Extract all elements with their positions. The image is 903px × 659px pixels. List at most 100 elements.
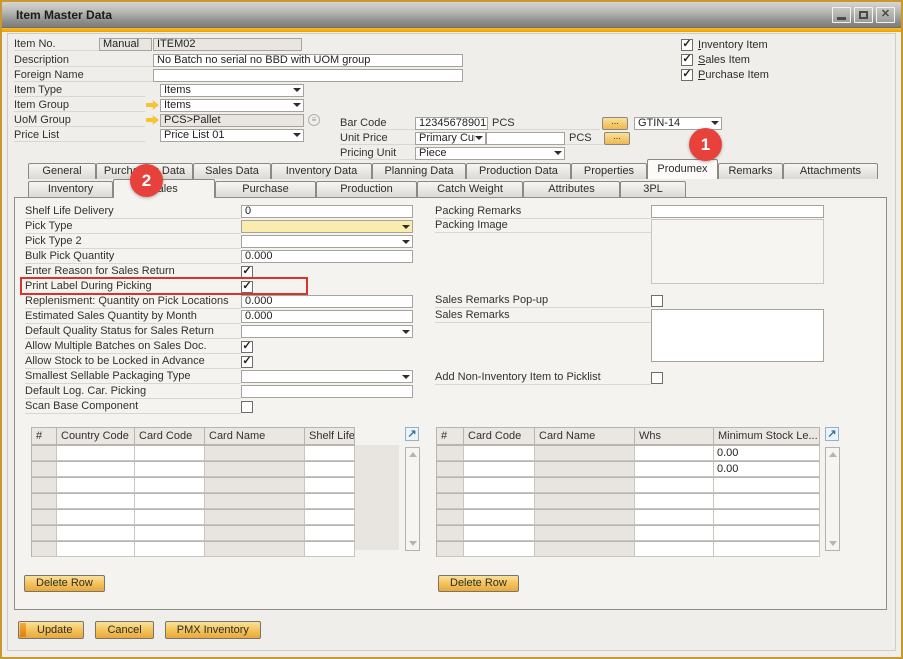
column-header[interactable]: Whs [635, 428, 714, 445]
minimum-stock-cell[interactable] [714, 494, 820, 509]
card-code-cell[interactable] [464, 542, 535, 557]
tab-remarks[interactable]: Remarks [718, 163, 783, 179]
minimum-stock-cell[interactable] [714, 478, 820, 493]
row-number-cell[interactable] [32, 510, 57, 525]
cancel-button[interactable]: Cancel [95, 621, 153, 639]
row-number-cell[interactable] [437, 526, 464, 541]
scroll-up-icon[interactable] [829, 452, 837, 457]
row-number-cell[interactable] [32, 526, 57, 541]
column-header[interactable]: Card Code [464, 428, 535, 445]
scroll-down-icon[interactable] [829, 541, 837, 546]
bulk-pick-quantity-input[interactable]: 0.000 [241, 250, 413, 263]
minimize-button[interactable] [832, 7, 851, 23]
pricing-unit-select[interactable]: Piece [415, 147, 565, 160]
packing-remarks-input[interactable] [651, 205, 824, 218]
close-button[interactable]: ✕ [876, 7, 895, 23]
link-arrow-icon[interactable] [146, 100, 159, 111]
card-code-cell[interactable] [464, 510, 535, 525]
link-arrow-icon[interactable] [146, 115, 159, 126]
card-name-cell[interactable] [205, 446, 305, 461]
shelf-life-cell[interactable] [305, 494, 355, 509]
card-code-cell[interactable] [135, 510, 205, 525]
tab-sales-data[interactable]: Sales Data [193, 163, 271, 179]
row-number-cell[interactable] [437, 510, 464, 525]
default-quality-status-sales-return-select[interactable] [241, 325, 413, 338]
card-name-cell[interactable] [535, 510, 635, 525]
card-name-cell[interactable] [535, 446, 635, 461]
card-name-cell[interactable] [535, 478, 635, 493]
whs-cell[interactable] [635, 494, 714, 509]
enter-reason-sales-return-checkbox[interactable] [241, 266, 253, 278]
shelf-life-cell[interactable] [305, 478, 355, 493]
packing-image-box[interactable] [651, 219, 824, 284]
purchase-item-checkbox[interactable] [681, 69, 693, 81]
whs-cell[interactable] [635, 526, 714, 541]
column-header[interactable]: Minimum Stock Le... [714, 428, 820, 445]
item-no-input[interactable]: ITEM02 [153, 38, 302, 51]
maximize-button[interactable] [854, 7, 873, 23]
smallest-sellable-packaging-select[interactable] [241, 370, 413, 383]
pmx-inventory-button[interactable]: PMX Inventory [165, 621, 261, 639]
sales-item-checkbox[interactable] [681, 54, 693, 66]
pick-type-2-select[interactable] [241, 235, 413, 248]
update-button[interactable]: Update [18, 621, 84, 639]
column-header[interactable]: Card Name [535, 428, 635, 445]
whs-cell[interactable] [635, 478, 714, 493]
unit-price-input[interactable] [486, 132, 565, 145]
bar-code-input[interactable]: 12345678901231 [415, 117, 488, 130]
minimum-stock-cell[interactable] [714, 510, 820, 525]
card-name-cell[interactable] [205, 478, 305, 493]
estimated-sales-qty-month-input[interactable]: 0.000 [241, 310, 413, 323]
inventory-item-checkbox[interactable] [681, 39, 693, 51]
country-code-cell[interactable] [57, 510, 135, 525]
uom-group-field[interactable]: PCS>Pallet [160, 114, 304, 127]
whs-cell[interactable] [635, 462, 714, 477]
bar-code-browse-button[interactable]: ... [602, 117, 628, 130]
tab-production-data[interactable]: Production Data [466, 163, 571, 179]
unit-price-currency-select[interactable]: Primary Curre [415, 132, 486, 145]
allow-stock-locked-advance-checkbox[interactable] [241, 356, 253, 368]
row-number-cell[interactable] [437, 446, 464, 461]
row-number-cell[interactable] [437, 462, 464, 477]
shelf-life-cell[interactable] [305, 542, 355, 557]
default-log-car-picking-input[interactable] [241, 385, 413, 398]
allow-multiple-batches-checkbox[interactable] [241, 341, 253, 353]
country-code-cell[interactable] [57, 526, 135, 541]
vertical-scrollbar[interactable] [405, 447, 420, 551]
row-number-cell[interactable] [32, 462, 57, 477]
row-number-cell[interactable] [437, 542, 464, 557]
row-number-cell[interactable] [32, 446, 57, 461]
unit-price-browse-button[interactable]: ... [604, 132, 630, 145]
row-number-cell[interactable] [437, 494, 464, 509]
minimum-stock-cell[interactable] [714, 526, 820, 541]
card-name-cell[interactable] [205, 542, 305, 557]
card-code-cell[interactable] [464, 478, 535, 493]
subtab-inventory[interactable]: Inventory [28, 181, 113, 197]
shelf-life-cell[interactable] [305, 526, 355, 541]
item-type-select[interactable]: Items [160, 84, 304, 97]
scan-base-component-checkbox[interactable] [241, 401, 253, 413]
tab-attachments[interactable]: Attachments [783, 163, 878, 179]
column-header[interactable]: Card Name [205, 428, 305, 445]
card-code-cell[interactable] [135, 526, 205, 541]
delete-row-button-right[interactable]: Delete Row [438, 575, 519, 592]
whs-cell[interactable] [635, 446, 714, 461]
whs-cell[interactable] [635, 510, 714, 525]
whs-cell[interactable] [635, 542, 714, 557]
tab-planning-data[interactable]: Planning Data [372, 163, 466, 179]
card-name-cell[interactable] [535, 542, 635, 557]
country-code-cell[interactable] [57, 446, 135, 461]
minimum-stock-cell[interactable]: 0.00 [714, 446, 820, 461]
column-header[interactable]: Card Code [135, 428, 205, 445]
item-group-select[interactable]: Items [160, 99, 304, 112]
description-input[interactable]: No Batch no serial no BBD with UOM group [153, 54, 463, 67]
column-header[interactable]: Shelf Life [305, 428, 355, 445]
column-header[interactable]: # [437, 428, 464, 445]
subtab-sales[interactable]: Sales [113, 179, 215, 198]
card-name-cell[interactable] [205, 462, 305, 477]
subtab-purchase[interactable]: Purchase [215, 181, 316, 197]
card-name-cell[interactable] [535, 494, 635, 509]
card-name-cell[interactable] [535, 462, 635, 477]
price-list-select[interactable]: Price List 01 [160, 129, 304, 142]
vertical-scrollbar[interactable] [825, 447, 840, 551]
